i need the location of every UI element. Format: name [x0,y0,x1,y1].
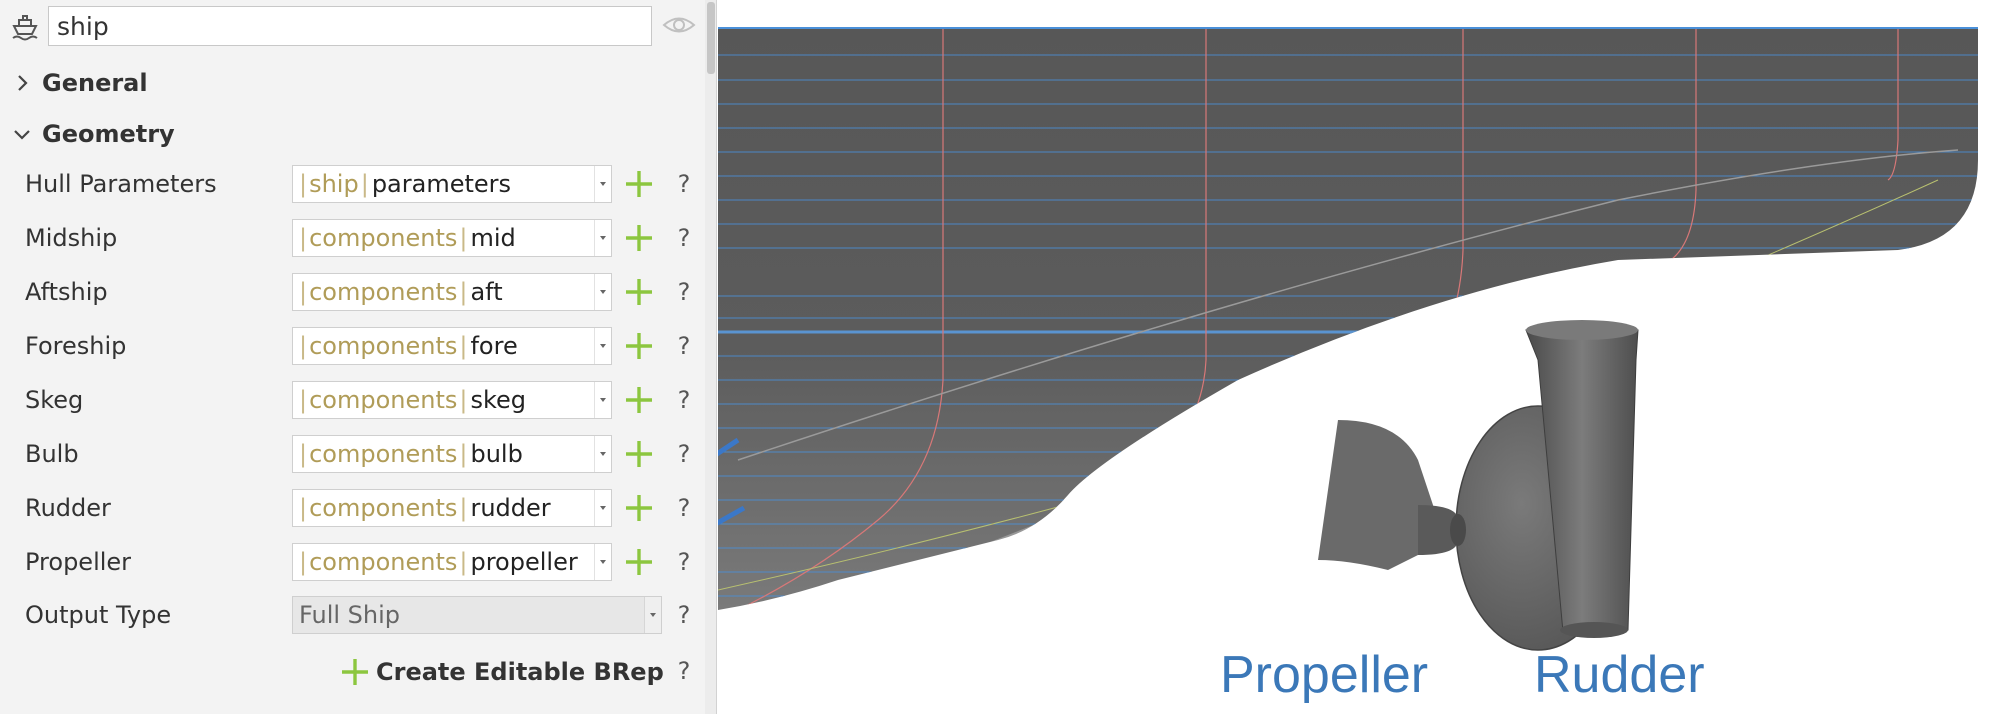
chevron-right-icon [18,75,28,91]
property-label-aftship: Aftship [25,278,108,306]
property-label-foreship: Foreship [25,332,127,360]
path-value: aft [470,278,503,306]
help-icon[interactable]: ? [672,652,696,690]
add-rudder-button[interactable] [622,491,656,525]
property-label-hull-parameters: Hull Parameters [25,170,217,198]
dropdown-arrow-icon [594,166,611,202]
add-aftship-button[interactable] [622,275,656,309]
help-icon[interactable]: ? [672,596,696,634]
path-prefix: components [293,278,470,306]
add-bulb-button[interactable] [622,437,656,471]
property-label-skeg: Skeg [25,386,84,414]
hull-model [718,27,1978,610]
help-icon[interactable]: ? [672,435,696,473]
help-icon[interactable]: ? [672,219,696,257]
bulb-select[interactable]: components bulb [292,435,612,473]
scrollbar-thumb[interactable] [707,2,715,74]
output-type-select[interactable]: Full Ship [292,596,662,634]
rudder-select[interactable]: components rudder [292,489,612,527]
path-value: rudder [470,494,551,522]
skeg-select[interactable]: components skeg [292,381,612,419]
add-midship-button[interactable] [622,221,656,255]
panel-scrollbar[interactable] [705,0,716,714]
create-editable-brep-label: Create Editable BRep [376,658,664,686]
path-value: parameters [371,170,512,198]
3d-viewport[interactable]: Propeller Rudder [718,0,1999,714]
propeller-label: Propeller [1220,646,1428,704]
help-icon[interactable]: ? [672,273,696,311]
add-skeg-button[interactable] [622,383,656,417]
path-value: propeller [470,548,578,576]
help-icon[interactable]: ? [672,489,696,527]
help-icon[interactable]: ? [672,327,696,365]
dropdown-arrow-icon [594,274,611,310]
create-editable-brep-button[interactable]: Create Editable BRep [338,652,664,692]
path-prefix: components [293,548,470,576]
add-propeller-button[interactable] [622,545,656,579]
midship-select[interactable]: components mid [292,219,612,257]
property-label-midship: Midship [25,224,118,252]
help-icon[interactable]: ? [672,543,696,581]
add-foreship-button[interactable] [622,329,656,363]
properties-panel: General Geometry Hull Parameters ship pa… [0,0,717,714]
hull-parameters-select[interactable]: ship parameters [292,165,612,203]
property-label-rudder: Rudder [25,494,111,522]
path-prefix: components [293,386,470,414]
dropdown-arrow-icon [594,436,611,472]
section-geometry-label: Geometry [42,120,175,148]
dropdown-arrow-icon [594,544,611,580]
section-geometry[interactable]: Geometry [12,114,175,154]
property-label-output-type: Output Type [25,601,172,629]
dropdown-arrow-icon [594,220,611,256]
help-icon[interactable]: ? [672,165,696,203]
path-prefix: components [293,332,470,360]
path-prefix: ship [293,170,372,198]
rudder-label: Rudder [1534,646,1705,704]
path-prefix: components [293,440,470,468]
path-prefix: components [293,224,470,252]
section-general-label: General [42,69,148,97]
foreship-select[interactable]: components fore [292,327,612,365]
path-value: bulb [470,440,523,468]
chevron-down-icon [14,130,30,140]
dropdown-arrow-icon [644,597,661,633]
dropdown-arrow-icon [594,382,611,418]
eye-icon[interactable] [662,12,696,38]
path-prefix: components [293,494,470,522]
path-value: skeg [470,386,527,414]
path-value: fore [470,332,518,360]
plus-icon [342,659,368,685]
output-type-value: Full Ship [299,601,401,629]
section-general[interactable]: General [12,63,148,103]
property-label-propeller: Propeller [25,548,132,576]
dropdown-arrow-icon [594,490,611,526]
property-label-bulb: Bulb [25,440,79,468]
ship-icon [12,15,38,41]
dropdown-arrow-icon [594,328,611,364]
aftship-select[interactable]: components aft [292,273,612,311]
object-name-input[interactable] [48,6,652,46]
add-hull-parameters-button[interactable] [622,167,656,201]
propeller-select[interactable]: components propeller [292,543,612,581]
path-value: mid [470,224,516,252]
help-icon[interactable]: ? [672,381,696,419]
